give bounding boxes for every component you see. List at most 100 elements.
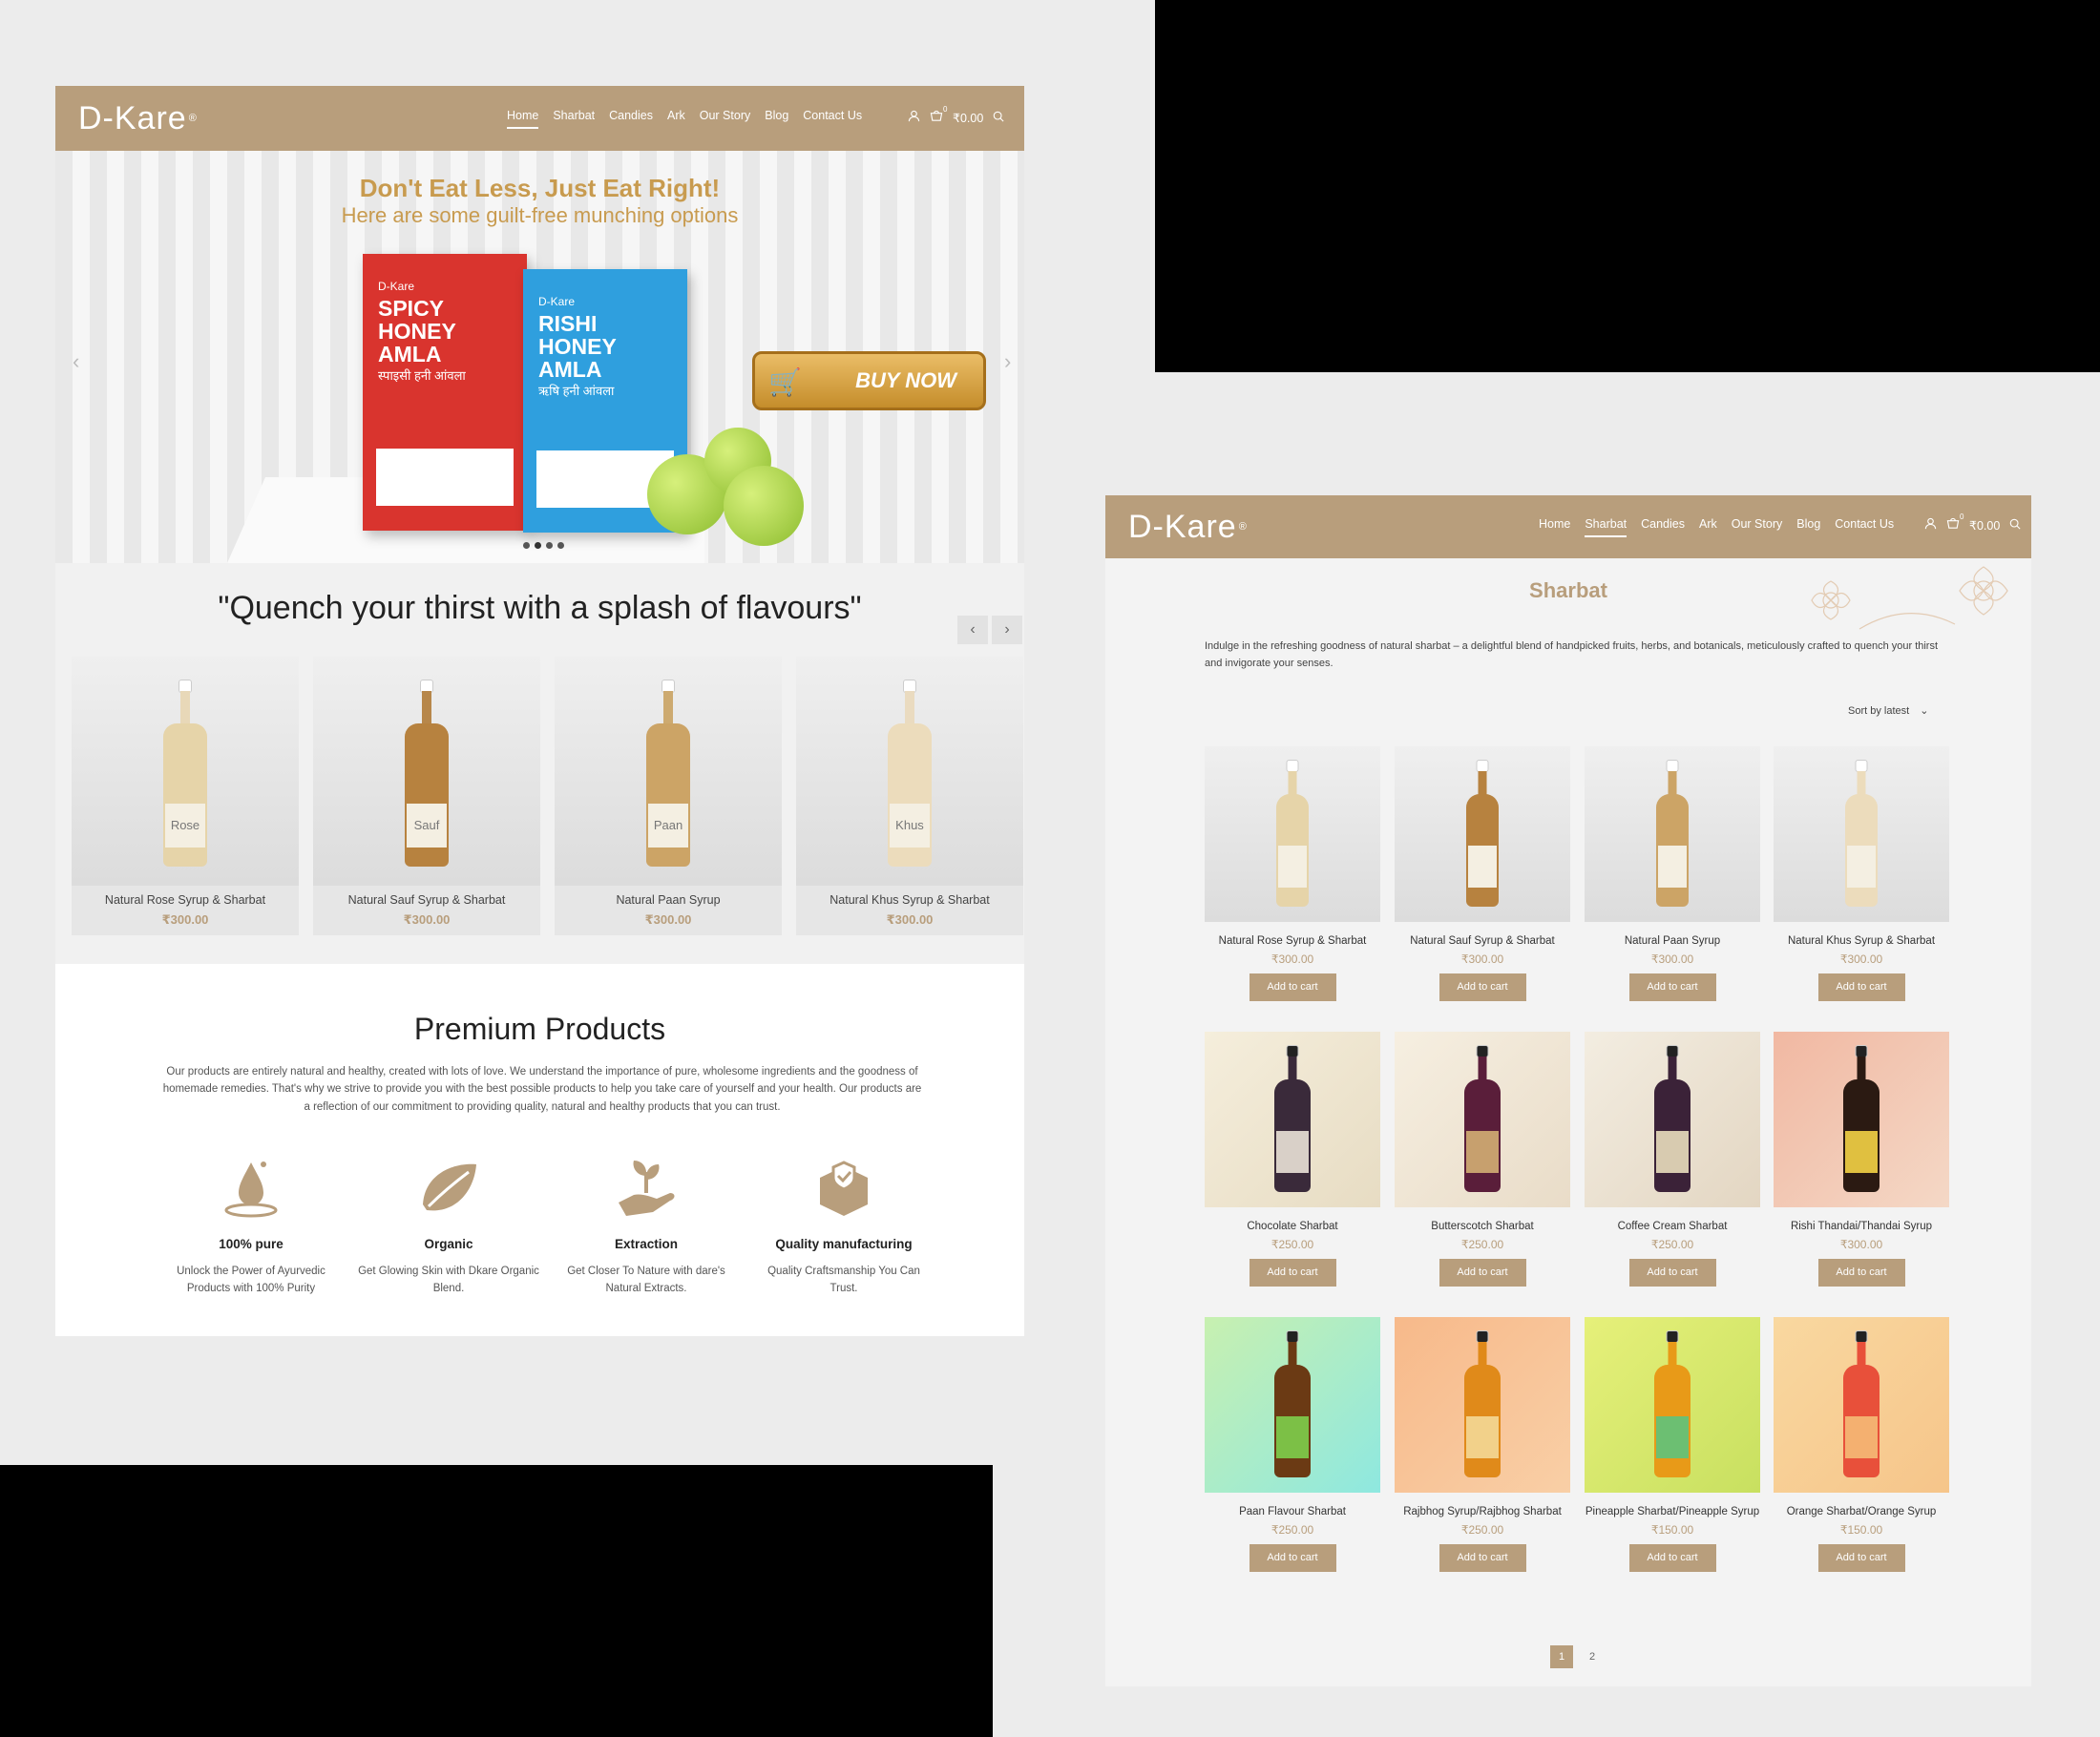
- nav-contact[interactable]: Contact Us: [803, 109, 862, 128]
- nav-home[interactable]: Home: [507, 109, 539, 129]
- carousel-product-card[interactable]: Khus Natural Khus Syrup & Sharbat ₹300.0…: [796, 657, 1023, 935]
- product-price: ₹300.00: [1839, 1238, 1883, 1252]
- product-image[interactable]: [1585, 1317, 1760, 1493]
- hero-next-arrow[interactable]: ›: [1004, 349, 1011, 374]
- cart-total[interactable]: ₹0.00: [953, 111, 983, 125]
- feature-organic: Organic Get Glowing Skin with Dkare Orga…: [358, 1155, 539, 1298]
- slide-dot[interactable]: [557, 542, 564, 549]
- product-name[interactable]: Butterscotch Sharbat: [1395, 1219, 1570, 1235]
- nav-ark[interactable]: Ark: [667, 109, 685, 128]
- product-card[interactable]: Natural Sauf Syrup & Sharbat ₹300.00 Add t…: [1395, 746, 1570, 1002]
- product-name[interactable]: Rajbhog Syrup/Rajbhog Sharbat: [1395, 1504, 1570, 1520]
- nav-blog[interactable]: Blog: [1796, 517, 1820, 536]
- carousel-prev-button[interactable]: ‹: [957, 616, 988, 644]
- product-image[interactable]: [1205, 1317, 1380, 1493]
- product-card[interactable]: Natural Khus Syrup & Sharbat ₹300.00 Add t…: [1774, 746, 1949, 1002]
- product-image[interactable]: [1395, 746, 1570, 922]
- page-2[interactable]: 2: [1581, 1645, 1604, 1668]
- product-image[interactable]: [1774, 1317, 1949, 1493]
- carousel-product-card[interactable]: Paan Natural Paan Syrup ₹300.00: [555, 657, 782, 935]
- product-card[interactable]: Chocolate Sharbat ₹250.00 Add to cart: [1205, 1032, 1380, 1287]
- product-image[interactable]: [1395, 1317, 1570, 1493]
- product-image[interactable]: [1395, 1032, 1570, 1207]
- add-to-cart-button[interactable]: Add to cart: [1628, 1544, 1716, 1573]
- add-to-cart-button[interactable]: Add to cart: [1628, 973, 1716, 1002]
- logo-text: D-Kare: [1128, 508, 1237, 545]
- product-card[interactable]: Orange Sharbat/Orange Syrup ₹150.00 Add to…: [1774, 1317, 1949, 1573]
- add-to-cart-button[interactable]: Add to cart: [1817, 1259, 1905, 1287]
- add-to-cart-button[interactable]: Add to cart: [1817, 1544, 1905, 1573]
- cart-total[interactable]: ₹0.00: [1969, 518, 2000, 533]
- product-card[interactable]: Rishi Thandai/Thandai Syrup ₹300.00 Add to…: [1774, 1032, 1949, 1287]
- nav-ark[interactable]: Ark: [1699, 517, 1717, 536]
- product-image[interactable]: [1585, 1032, 1760, 1207]
- product-name[interactable]: Chocolate Sharbat: [1205, 1219, 1380, 1235]
- cart-icon[interactable]: 0: [1946, 513, 1964, 533]
- page-1[interactable]: 1: [1550, 1645, 1573, 1668]
- user-icon[interactable]: [1924, 517, 1937, 533]
- product-name[interactable]: Orange Sharbat/Orange Syrup: [1774, 1504, 1949, 1520]
- spicy-honey-amla-pouch[interactable]: D-Kare SPICY HONEY AMLA स्पाइसी हनी आंवल…: [363, 254, 527, 531]
- search-icon[interactable]: [993, 111, 1004, 125]
- slide-dot[interactable]: [535, 542, 541, 549]
- add-to-cart-button[interactable]: Add to cart: [1249, 1544, 1336, 1573]
- cart-icon[interactable]: 0: [930, 105, 947, 125]
- nav-blog[interactable]: Blog: [765, 109, 788, 128]
- slide-dot[interactable]: [523, 542, 530, 549]
- product-card[interactable]: Rajbhog Syrup/Rajbhog Sharbat ₹250.00 Add …: [1395, 1317, 1570, 1573]
- sort-dropdown[interactable]: Sort by latest ⌄: [1848, 704, 1928, 717]
- product-image[interactable]: [1585, 746, 1760, 922]
- product-name[interactable]: Natural Rose Syrup & Sharbat: [72, 893, 299, 907]
- product-name[interactable]: Natural Sauf Syrup & Sharbat: [1395, 933, 1570, 950]
- product-card[interactable]: Butterscotch Sharbat ₹250.00 Add to cart: [1395, 1032, 1570, 1287]
- nav-our-story[interactable]: Our Story: [1732, 517, 1783, 536]
- product-name[interactable]: Natural Sauf Syrup & Sharbat: [313, 893, 540, 907]
- product-image[interactable]: [1205, 1032, 1380, 1207]
- buy-now-button[interactable]: 🛒 BUY NOW: [752, 351, 986, 410]
- add-to-cart-button[interactable]: Add to cart: [1438, 1259, 1526, 1287]
- carousel-next-button[interactable]: ›: [992, 616, 1022, 644]
- hero-prev-arrow[interactable]: ‹: [73, 349, 79, 374]
- nav-sharbat[interactable]: Sharbat: [1585, 517, 1627, 537]
- add-to-cart-button[interactable]: Add to cart: [1438, 973, 1526, 1002]
- nav-candies[interactable]: Candies: [609, 109, 653, 128]
- nav-candies[interactable]: Candies: [1641, 517, 1685, 536]
- nav-sharbat[interactable]: Sharbat: [553, 109, 595, 128]
- product-card[interactable]: Coffee Cream Sharbat ₹250.00 Add to cart: [1585, 1032, 1760, 1287]
- carousel-product-card[interactable]: Sauf Natural Sauf Syrup & Sharbat ₹300.0…: [313, 657, 540, 935]
- hero-dots: [523, 542, 564, 549]
- nav-home[interactable]: Home: [1539, 517, 1570, 536]
- add-to-cart-button[interactable]: Add to cart: [1438, 1544, 1526, 1573]
- add-to-cart-button[interactable]: Add to cart: [1249, 1259, 1336, 1287]
- user-icon[interactable]: [908, 110, 920, 125]
- product-name[interactable]: Rishi Thandai/Thandai Syrup: [1774, 1219, 1949, 1235]
- product-name[interactable]: Natural Paan Syrup: [555, 893, 782, 907]
- logo[interactable]: D-Kare ®: [78, 100, 198, 137]
- product-price: ₹250.00: [1460, 1238, 1504, 1252]
- add-to-cart-button[interactable]: Add to cart: [1249, 973, 1336, 1002]
- buy-now-label: BUY NOW: [855, 368, 956, 392]
- product-image[interactable]: [1205, 746, 1380, 922]
- carousel-product-card[interactable]: Rose Natural Rose Syrup & Sharbat ₹300.0…: [72, 657, 299, 935]
- nav-contact[interactable]: Contact Us: [1835, 517, 1894, 536]
- cart-count: 0: [943, 105, 948, 114]
- product-card[interactable]: Natural Paan Syrup ₹300.00 Add to cart: [1585, 746, 1760, 1002]
- logo[interactable]: D-Kare ®: [1128, 509, 1248, 546]
- nav-our-story[interactable]: Our Story: [700, 109, 751, 128]
- product-name[interactable]: Natural Khus Syrup & Sharbat: [796, 893, 1023, 907]
- product-name[interactable]: Natural Khus Syrup & Sharbat: [1774, 933, 1949, 950]
- product-card[interactable]: Natural Rose Syrup & Sharbat ₹300.00 Add t…: [1205, 746, 1380, 1002]
- product-card[interactable]: Pineapple Sharbat/Pineapple Syrup ₹150.00…: [1585, 1317, 1760, 1573]
- product-card[interactable]: Paan Flavour Sharbat ₹250.00 Add to cart: [1205, 1317, 1380, 1573]
- add-to-cart-button[interactable]: Add to cart: [1817, 973, 1905, 1002]
- product-image[interactable]: [1774, 746, 1949, 922]
- add-to-cart-button[interactable]: Add to cart: [1628, 1259, 1716, 1287]
- product-image[interactable]: [1774, 1032, 1949, 1207]
- product-name[interactable]: Pineapple Sharbat/Pineapple Syrup: [1585, 1504, 1760, 1520]
- search-icon[interactable]: [2009, 518, 2021, 533]
- product-name[interactable]: Natural Rose Syrup & Sharbat: [1205, 933, 1380, 950]
- product-name[interactable]: Natural Paan Syrup: [1585, 933, 1760, 950]
- product-name[interactable]: Coffee Cream Sharbat: [1585, 1219, 1760, 1235]
- product-name[interactable]: Paan Flavour Sharbat: [1205, 1504, 1380, 1520]
- slide-dot[interactable]: [546, 542, 553, 549]
